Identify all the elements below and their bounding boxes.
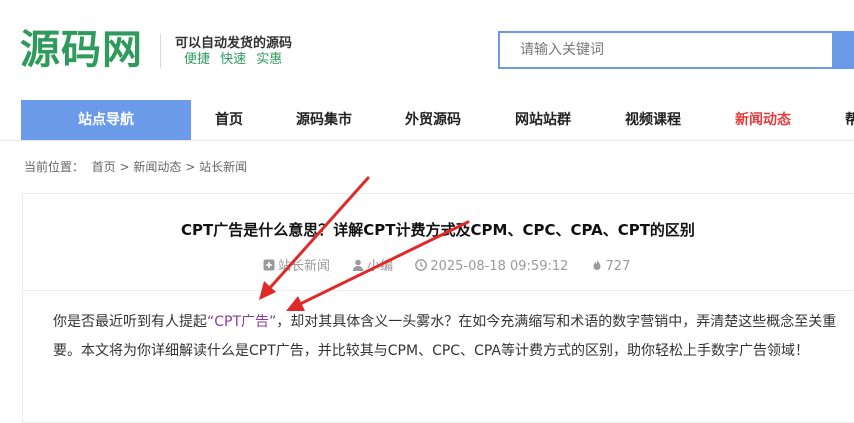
breadcrumb-sep: >: [185, 160, 196, 174]
meta-datetime-label: 2025-08-18 09:59:12: [430, 259, 569, 274]
nav-item-site-group[interactable]: 网站站群: [515, 100, 571, 140]
meta-views-label: 727: [605, 259, 631, 274]
main-nav: 站点导航 首页 源码集市 外贸源码 网站站群 视频课程 新闻动态 帮: [0, 100, 854, 141]
article-paragraph: 你是否最近听到有人提起“CPT广告”，却对其具体含义一头雾水？在如今充满缩写和术…: [53, 308, 843, 366]
clock-icon: [415, 259, 428, 271]
search-input[interactable]: [500, 33, 832, 67]
breadcrumb-webmaster-news[interactable]: 站长新闻: [199, 160, 247, 174]
meta-views: 727: [591, 259, 631, 274]
nav-item-news[interactable]: 新闻动态: [735, 100, 791, 140]
breadcrumb: 当前位置： 首页 > 新闻动态 > 站长新闻: [24, 158, 247, 176]
nav-item-video-courses[interactable]: 视频课程: [625, 100, 681, 140]
article-card: CPT广告是什么意思？详解CPT计费方式及CPM、CPC、CPA、CPT的区别 …: [22, 193, 854, 423]
nav-item-foreign-trade[interactable]: 外贸源码: [405, 100, 461, 140]
meta-author-label: 小编: [367, 259, 394, 274]
meta-category[interactable]: 站长新闻: [263, 259, 334, 274]
article-title: CPT广告是什么意思？详解CPT计费方式及CPM、CPC、CPA、CPT的区别: [181, 221, 695, 239]
slogan-sub: 便捷 快速 实惠: [184, 52, 283, 67]
plus-square-icon: [263, 259, 275, 271]
logo-divider: [160, 34, 161, 68]
nav-site-directory[interactable]: 站点导航: [21, 100, 191, 140]
breadcrumb-label: 当前位置：: [24, 160, 85, 174]
breadcrumb-home[interactable]: 首页: [92, 160, 116, 174]
meta-category-label: 站长新闻: [278, 259, 331, 274]
meta-datetime: 2025-08-18 09:59:12: [415, 259, 572, 274]
article-divider: [23, 290, 854, 291]
site-logo[interactable]: 源码网: [20, 26, 143, 74]
search-button[interactable]: [834, 31, 854, 69]
fire-icon: [593, 259, 601, 270]
user-icon: [352, 259, 364, 271]
meta-author: 小编: [352, 259, 397, 274]
article-meta: 站长新闻 小编 2025-08-18 09:59:12 727: [263, 254, 648, 280]
breadcrumb-news[interactable]: 新闻动态: [133, 160, 181, 174]
nav-item-help[interactable]: 帮: [845, 100, 854, 140]
slogan: 可以自动发货的源码: [175, 36, 293, 51]
nav-item-home[interactable]: 首页: [215, 100, 243, 140]
paragraph-text-start: 你是否最近听到有人提起: [53, 314, 207, 330]
nav-item-source-market[interactable]: 源码集市: [296, 100, 352, 140]
search-box: [498, 31, 834, 69]
paragraph-highlight-cpt: “CPT广告”: [207, 314, 277, 330]
breadcrumb-sep: >: [119, 160, 130, 174]
